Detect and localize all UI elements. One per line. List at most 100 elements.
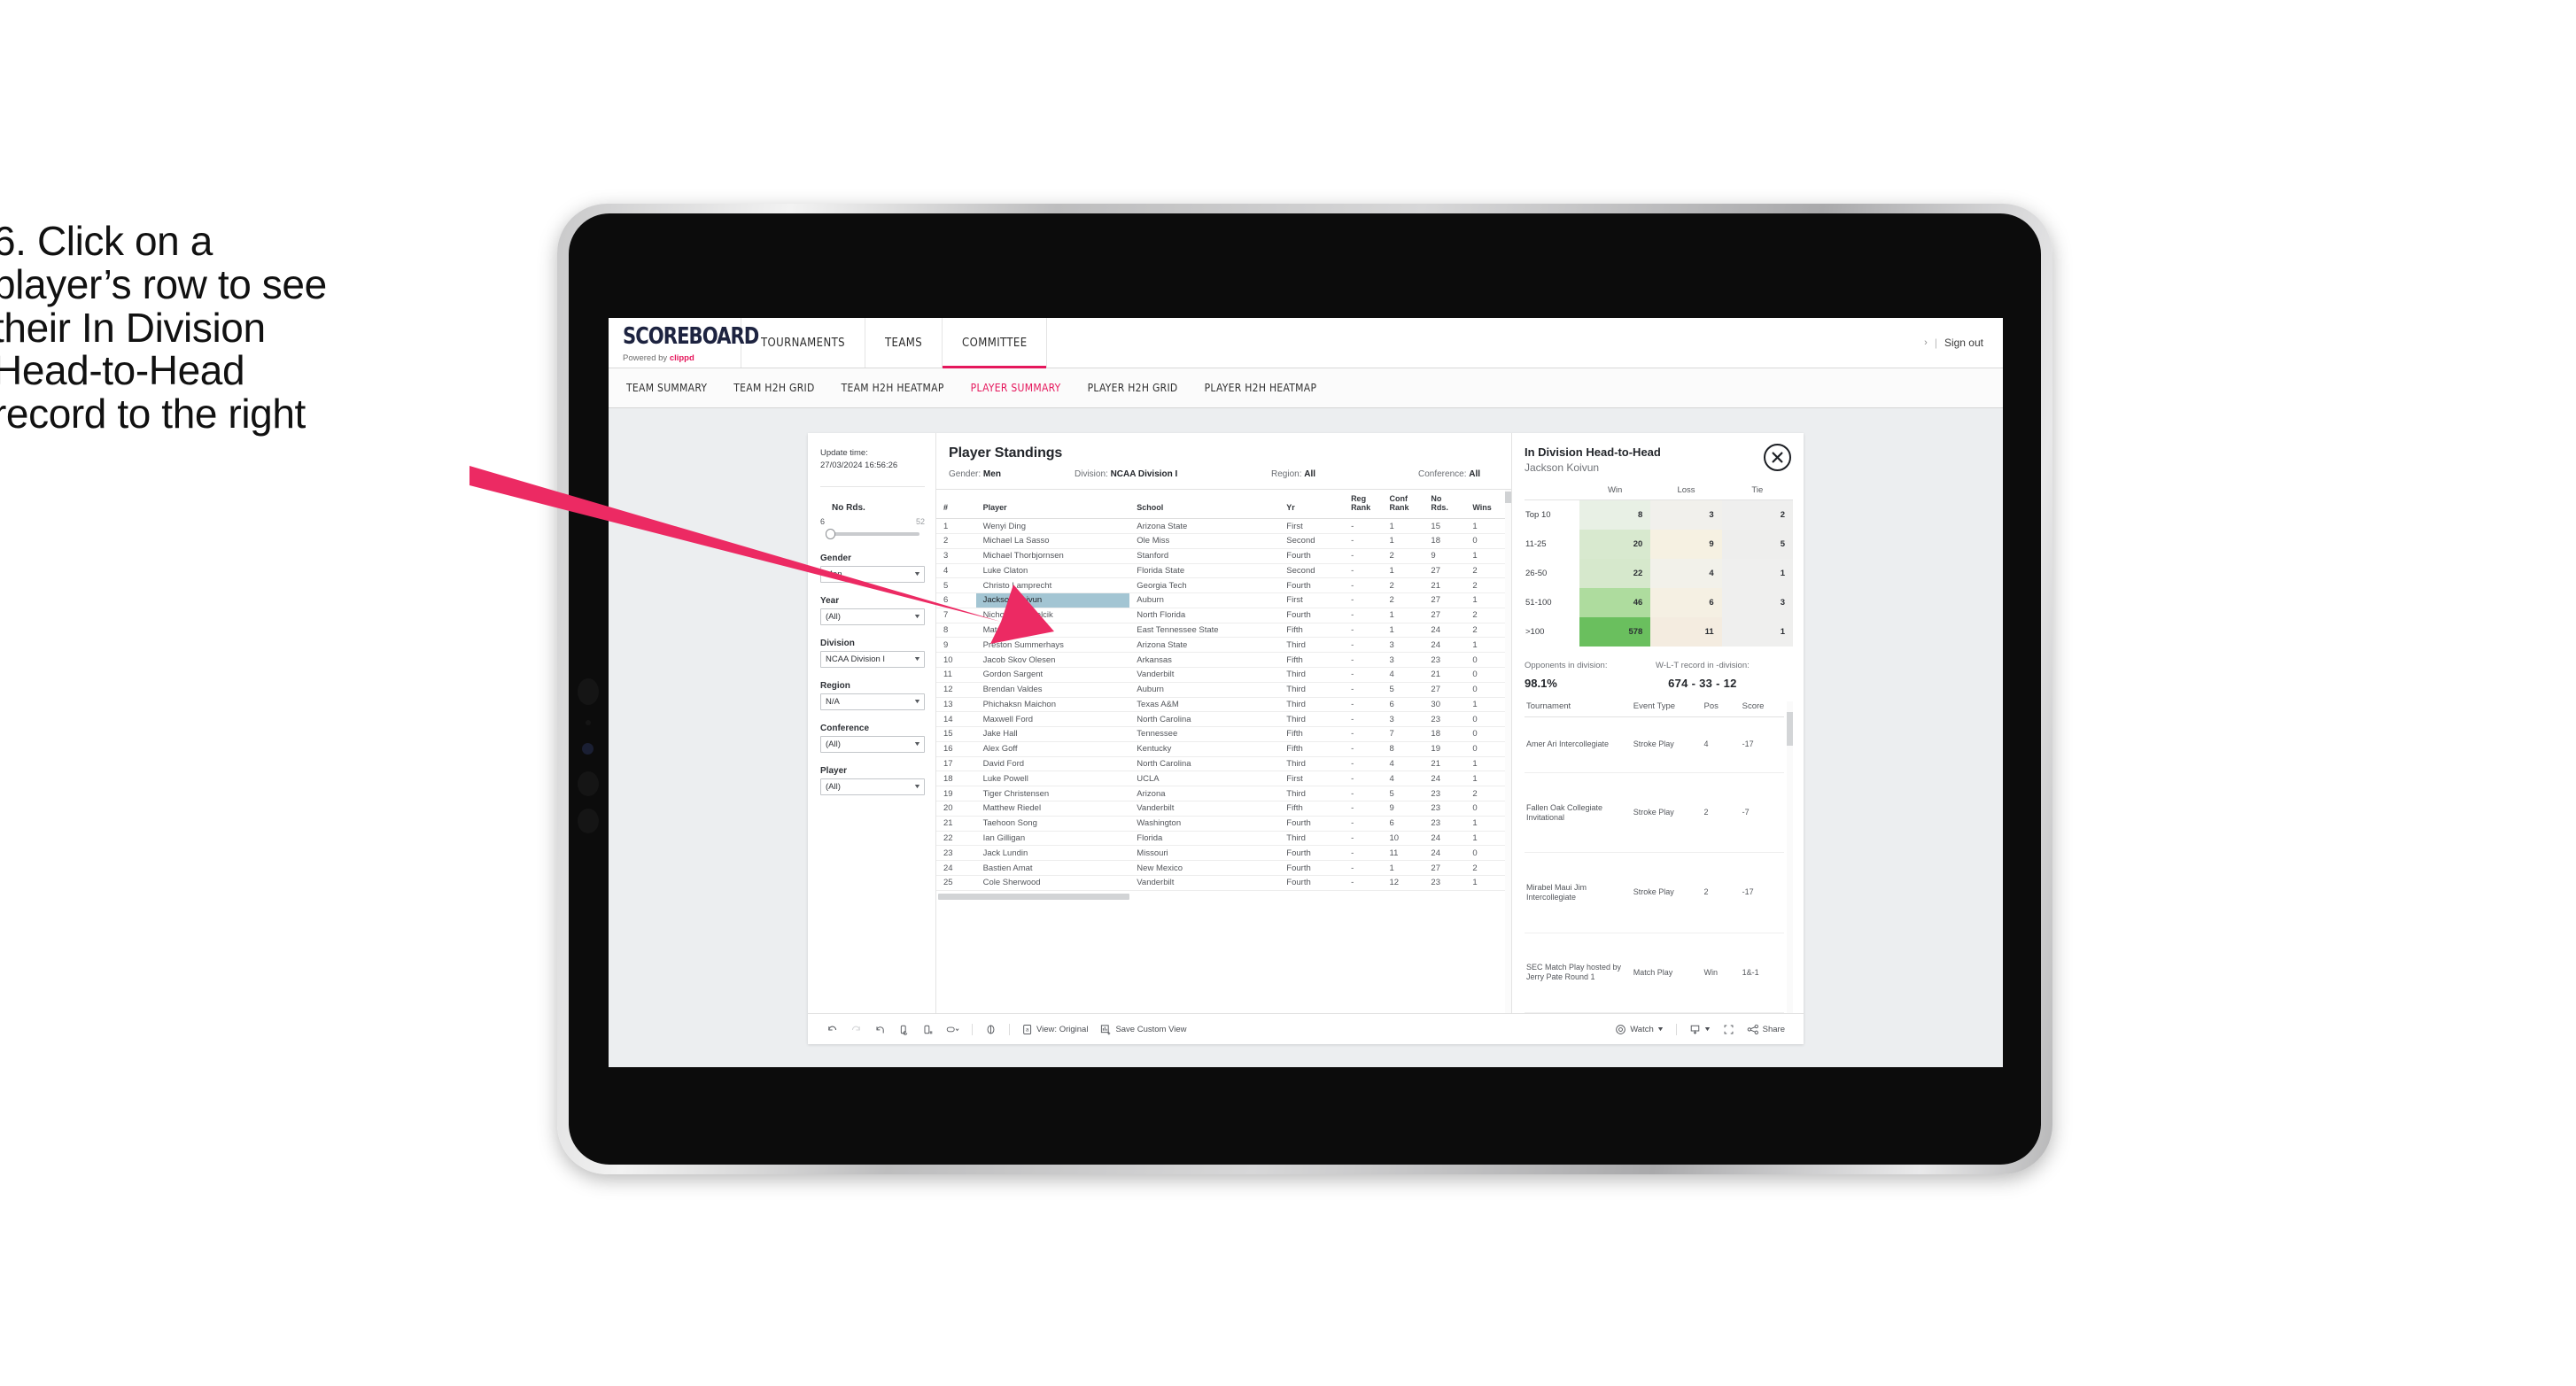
- tab-team-summary[interactable]: TEAM SUMMARY: [625, 376, 709, 399]
- table-row[interactable]: 12 Brendan Valdes Auburn Third -5 27 0: [936, 682, 1505, 698]
- table-row[interactable]: 2 Michael La Sasso Ole Miss Second -1 18 0: [936, 533, 1505, 549]
- col-wins[interactable]: Wins: [1465, 490, 1505, 520]
- h2h-cell-tie[interactable]: 2: [1721, 499, 1793, 530]
- top-nav-tournaments[interactable]: TOURNAMENTS: [741, 318, 865, 368]
- h2h-cell-win[interactable]: 578: [1579, 617, 1651, 647]
- list-item[interactable]: Fallen Oak Collegiate Invitational Stroke…: [1525, 772, 1785, 854]
- table-row[interactable]: 7 Nicholas Gabrelcik North Florida Fourth -1…: [936, 608, 1505, 623]
- highlight-icon[interactable]: [940, 1024, 966, 1035]
- table-row[interactable]: 6 Jackson Koivun Auburn First -2 27 1: [936, 592, 1505, 608]
- filter-gender-select[interactable]: Men ▼: [820, 565, 925, 583]
- table-row[interactable]: 8 Mats Ege East Tennessee State Fifth -1 24 2: [936, 623, 1505, 639]
- table-row[interactable]: 1 Wenyi Ding Arizona State First -1 15 1: [936, 518, 1505, 534]
- view-original-button[interactable]: a View: Original: [1016, 1024, 1094, 1035]
- h2h-cell-win[interactable]: 46: [1579, 588, 1651, 617]
- cell-conf-rank: 2: [1382, 548, 1424, 564]
- table-row[interactable]: 17 David Ford North Carolina Third -4 21 1: [936, 756, 1505, 772]
- list-item[interactable]: Mirabel Maui Jim Intercollegiate Stroke P…: [1525, 852, 1785, 933]
- filter-division-select[interactable]: NCAA Division I ▼: [820, 650, 925, 668]
- h2h-cell-loss[interactable]: 3: [1650, 499, 1722, 530]
- top-nav-teams[interactable]: TEAMS: [865, 318, 943, 368]
- h2h-cell-tie[interactable]: 1: [1721, 559, 1793, 588]
- h2h-cell-loss[interactable]: 4: [1650, 559, 1722, 588]
- table-row[interactable]: 18 Luke Powell UCLA First -4 24 1: [936, 770, 1505, 787]
- close-icon[interactable]: [1764, 444, 1791, 471]
- horizontal-scrollbar[interactable]: [936, 891, 1505, 902]
- tab-team-h2h-heatmap[interactable]: TEAM H2H HEATMAP: [840, 376, 946, 399]
- redo-icon[interactable]: [844, 1024, 868, 1035]
- col-yr[interactable]: Yr: [1279, 490, 1345, 520]
- table-row[interactable]: 5 Christo Lamprecht Georgia Tech Fourth -2 21…: [936, 577, 1505, 594]
- tab-player-h2h-heatmap[interactable]: PLAYER H2H HEATMAP: [1203, 376, 1319, 399]
- undo-icon[interactable]: [820, 1024, 844, 1035]
- col-reg-rank[interactable]: Reg Rank: [1344, 490, 1383, 520]
- app-logo[interactable]: SCOREBOARD Powered by clippd: [609, 318, 759, 368]
- h2h-cell-win[interactable]: 22: [1579, 559, 1651, 588]
- col-event-type[interactable]: Event Type: [1631, 701, 1703, 717]
- table-row[interactable]: 20 Matthew Riedel Vanderbilt Fifth -9 23 0: [936, 801, 1505, 817]
- account-menu-icon[interactable]: ›: [1924, 337, 1928, 348]
- top-nav-committee[interactable]: COMMITTEE: [943, 318, 1048, 368]
- h2h-cell-loss[interactable]: 11: [1650, 617, 1722, 647]
- h2h-cell-win[interactable]: 8: [1579, 499, 1651, 530]
- table-row[interactable]: 3 Michael Thorbjornsen Stanford Fourth -2 9 1: [936, 548, 1505, 564]
- slideshow-icon[interactable]: [979, 1024, 1003, 1035]
- share-button[interactable]: Share: [1741, 1024, 1791, 1035]
- refresh-data-icon[interactable]: [892, 1024, 916, 1035]
- table-row[interactable]: 13 Phichaksn Maichon Texas A&M Third -6 30 1: [936, 697, 1505, 713]
- save-custom-view-button[interactable]: Save Custom View: [1094, 1024, 1192, 1035]
- tab-player-h2h-grid[interactable]: PLAYER H2H GRID: [1086, 376, 1180, 399]
- col-score[interactable]: Score: [1740, 701, 1785, 717]
- download-icon[interactable]: ▼: [1683, 1024, 1717, 1035]
- table-row[interactable]: 23 Jack Lundin Missouri Fourth -11 24 0: [936, 845, 1505, 862]
- no-rounds-slider[interactable]: No Rds. 6 52: [820, 503, 925, 539]
- h2h-cell-loss[interactable]: 9: [1650, 530, 1722, 559]
- h2h-cell-tie[interactable]: 1: [1721, 617, 1793, 647]
- col-rank[interactable]: #: [936, 490, 976, 520]
- tab-team-h2h-grid[interactable]: TEAM H2H GRID: [732, 376, 816, 399]
- filter-conference-select[interactable]: (All) ▼: [820, 735, 925, 753]
- vertical-scrollbar[interactable]: [1505, 490, 1511, 1013]
- table-row[interactable]: 15 Jake Hall Tennessee Fifth -7 18 0: [936, 726, 1505, 742]
- col-pos[interactable]: Pos: [1702, 701, 1741, 717]
- tab-player-summary[interactable]: PLAYER SUMMARY: [969, 376, 1063, 399]
- col-no-rds[interactable]: No Rds.: [1424, 490, 1466, 520]
- slider-handle[interactable]: [826, 528, 835, 539]
- table-row[interactable]: 10 Jacob Skov Olesen Arkansas Fifth -3 23 0: [936, 652, 1505, 668]
- tournament-scrollbar[interactable]: [1787, 701, 1794, 1013]
- table-row[interactable]: 22 Ian Gilligan Florida Third -10 24 1: [936, 831, 1505, 847]
- cell-player: Matthew Riedel: [975, 801, 1130, 817]
- col-tournament[interactable]: Tournament: [1525, 701, 1632, 717]
- list-item[interactable]: Amer Ari Intercollegiate Stroke Play 4 -17: [1525, 716, 1785, 774]
- table-row[interactable]: 19 Tiger Christensen Arizona Third -5 23 2: [936, 786, 1505, 801]
- h2h-cell-tie[interactable]: 5: [1721, 530, 1793, 559]
- tournament-scroll-thumb[interactable]: [1787, 712, 1794, 746]
- sign-out-link[interactable]: Sign out: [1944, 337, 1983, 349]
- revert-icon[interactable]: [868, 1024, 892, 1035]
- h2h-cell-tie[interactable]: 3: [1721, 588, 1793, 617]
- table-row[interactable]: 14 Maxwell Ford North Carolina Third -3 23 0: [936, 711, 1505, 728]
- filter-player-select[interactable]: (All) ▼: [820, 778, 925, 795]
- pause-refresh-icon[interactable]: [916, 1024, 940, 1035]
- col-player[interactable]: Player: [975, 490, 1130, 520]
- table-row[interactable]: 25 Cole Sherwood Vanderbilt Fourth -12 23 1: [936, 875, 1505, 891]
- col-conf-rank[interactable]: Conf Rank: [1382, 490, 1424, 520]
- table-row[interactable]: 9 Preston Summerhays Arizona State Third -3 2…: [936, 637, 1505, 654]
- filter-region-select[interactable]: N/A ▼: [820, 693, 925, 710]
- horizontal-scroll-thumb[interactable]: [938, 893, 1129, 900]
- h2h-cell-win[interactable]: 20: [1579, 530, 1651, 559]
- table-row[interactable]: 16 Alex Goff Kentucky Fifth -8 19 0: [936, 741, 1505, 757]
- slider-track[interactable]: [826, 528, 919, 539]
- h2h-cell-loss[interactable]: 6: [1650, 588, 1722, 617]
- watch-button[interactable]: Watch ▼: [1609, 1024, 1670, 1035]
- filter-year-select[interactable]: (All) ▼: [820, 608, 925, 625]
- table-row[interactable]: 4 Luke Claton Florida State Second -1 27 2: [936, 563, 1505, 579]
- vertical-scroll-thumb[interactable]: [1505, 492, 1511, 503]
- table-row[interactable]: 24 Bastien Amat New Mexico Fourth -1 27 2: [936, 860, 1505, 876]
- table-row[interactable]: 21 Taehoon Song Washington Fourth -6 23 1: [936, 816, 1505, 832]
- table-row[interactable]: 11 Gordon Sargent Vanderbilt Third -4 21 0: [936, 667, 1505, 683]
- list-item[interactable]: SEC Match Play hosted by Jerry Pate Roun…: [1525, 933, 1785, 1014]
- col-school[interactable]: School: [1129, 490, 1280, 520]
- clippd-brand: clippd: [669, 353, 694, 363]
- fullscreen-icon[interactable]: [1717, 1024, 1741, 1035]
